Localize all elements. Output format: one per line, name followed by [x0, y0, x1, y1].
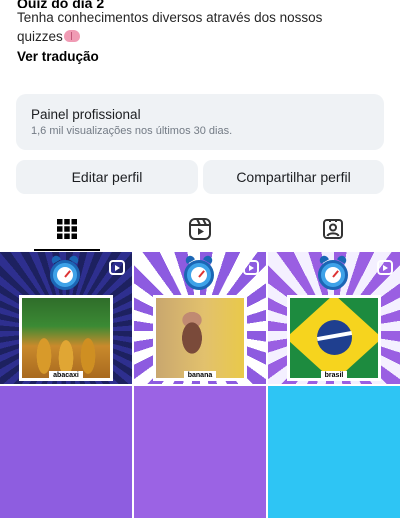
alarm-clock-icon [50, 254, 80, 290]
alarm-clock-icon [184, 254, 214, 290]
post-thumbnail[interactable]: abacaxi [0, 252, 132, 384]
tab-reels[interactable] [133, 207, 266, 251]
profile-tabs [0, 207, 400, 251]
reels-icon [188, 218, 211, 240]
post-label: brasil [320, 371, 348, 381]
post-thumbnail[interactable] [134, 386, 266, 518]
profile-bio: Quiz do dia 2 Tenha conhecimentos divers… [17, 0, 387, 66]
post-thumbnail[interactable]: brasil [268, 252, 400, 384]
professional-dashboard-title: Painel profissional [31, 107, 141, 122]
bio-text-line-2: quizzes [17, 27, 387, 46]
reel-badge-icon [109, 260, 125, 275]
tab-posts-grid[interactable] [0, 207, 133, 251]
grid-icon [56, 219, 77, 239]
bio-text-line-2-text: quizzes [17, 29, 63, 44]
alarm-clock-icon [318, 254, 348, 290]
post-thumbnail[interactable] [268, 386, 400, 518]
tagged-icon [322, 219, 343, 239]
post-thumbnail[interactable]: banana [134, 252, 266, 384]
post-label: abacaxi [49, 371, 83, 381]
reel-badge-icon [243, 260, 259, 275]
bio-title: Quiz do dia 2 [17, 0, 105, 8]
edit-profile-button[interactable]: Editar perfil [16, 160, 198, 194]
share-profile-button[interactable]: Compartilhar perfil [203, 160, 384, 194]
see-translation-link[interactable]: Ver tradução [17, 47, 387, 66]
bio-text-line-1: Tenha conhecimentos diversos através dos… [17, 10, 323, 25]
brain-emoji-icon [63, 30, 80, 42]
reel-badge-icon [377, 260, 393, 275]
professional-dashboard[interactable]: Painel profissional 1,6 mil visualizaçõe… [16, 94, 384, 150]
post-thumbnail[interactable] [0, 386, 132, 518]
active-tab-indicator [34, 249, 100, 251]
post-label: banana [183, 371, 217, 381]
professional-dashboard-subtitle: 1,6 mil visualizações nos últimos 30 dia… [31, 125, 233, 137]
tab-tagged[interactable] [266, 207, 399, 251]
